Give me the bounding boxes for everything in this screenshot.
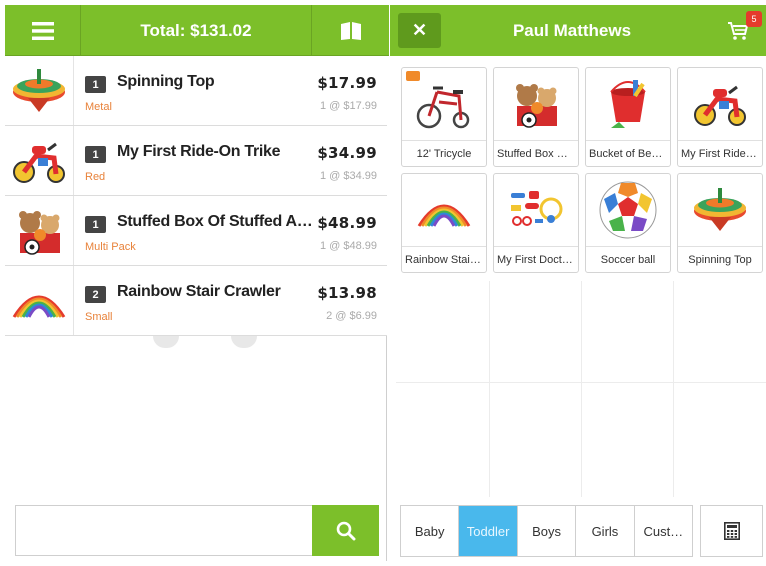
item-unit-price: 1 @ $48.99 xyxy=(319,240,377,252)
product-label: Soccer ball xyxy=(586,246,670,272)
cart-item[interactable]: 1 Stuffed Box Of Stuffed Animals Multi P… xyxy=(5,196,387,266)
item-price: $17.99 xyxy=(317,74,377,92)
item-price: $48.99 xyxy=(317,214,377,232)
product-label: Spinning Top xyxy=(678,246,762,272)
item-variant: Red xyxy=(85,171,106,183)
item-name: Rainbow Stair Crawler xyxy=(117,283,281,300)
doctor-kit-icon xyxy=(494,174,578,246)
item-unit-price: 2 @ $6.99 xyxy=(326,310,377,322)
product-pane: ✕ Paul Matthews 5 12' Tricycle Stuffed B… xyxy=(390,5,766,561)
slinky-icon xyxy=(5,266,74,335)
soccer-ball-icon xyxy=(586,174,670,246)
item-price: $13.98 xyxy=(317,284,377,302)
menu-button[interactable] xyxy=(5,5,81,56)
cart-header: Total: $131.02 xyxy=(5,5,389,56)
product-label: My First Ride-On Trike xyxy=(678,140,762,166)
stuffed-animals-icon xyxy=(494,68,578,140)
item-variant: Small xyxy=(85,311,113,323)
spinning-top-icon xyxy=(5,56,74,125)
catalog-button[interactable] xyxy=(311,5,389,56)
book-icon xyxy=(340,21,361,40)
search-bar xyxy=(15,505,379,556)
product-tile[interactable]: 12' Tricycle xyxy=(401,67,487,167)
category-tab[interactable]: Baby xyxy=(401,506,460,556)
spinning-top-icon xyxy=(678,174,762,246)
product-tile[interactable]: Stuffed Box Of Stuffed Animals xyxy=(493,67,579,167)
item-name: Spinning Top xyxy=(117,73,215,90)
item-quantity: 1 xyxy=(85,146,106,163)
product-tile[interactable]: Soccer ball xyxy=(585,173,671,273)
cart-item[interactable]: 1 My First Ride-On Trike Red $34.99 1 @ … xyxy=(5,126,387,196)
trike-icon xyxy=(5,126,74,195)
category-tab[interactable]: Boys xyxy=(517,506,577,556)
cart-item[interactable]: 1 Spinning Top Metal $17.99 1 @ $17.99 xyxy=(5,56,387,126)
category-tab[interactable]: Girls xyxy=(576,506,635,556)
tricycle-icon xyxy=(402,68,486,140)
close-icon: ✕ xyxy=(411,20,428,40)
category-tab[interactable]: Cust… xyxy=(634,506,693,556)
empty-grid xyxy=(396,281,766,497)
item-variant: Multi Pack xyxy=(85,241,136,253)
item-unit-price: 1 @ $34.99 xyxy=(319,170,377,182)
search-input[interactable] xyxy=(15,505,312,556)
item-unit-price: 1 @ $17.99 xyxy=(319,100,377,112)
search-icon xyxy=(336,521,355,540)
cart-total: Total: $131.02 xyxy=(140,20,252,40)
product-tile[interactable]: My First Ride-On Trike xyxy=(677,67,763,167)
cart-count-badge: 5 xyxy=(746,11,762,27)
trike-icon xyxy=(678,68,762,140)
item-quantity: 2 xyxy=(85,286,106,303)
item-name: My First Ride-On Trike xyxy=(117,143,281,160)
product-label: Bucket of Beach Toys xyxy=(586,140,670,166)
scroll-indicator xyxy=(231,336,257,348)
cart-pane: Total: $131.02 1 Spinning Top Metal $17.… xyxy=(5,5,389,561)
category-tab[interactable]: Toddler xyxy=(459,506,518,556)
product-tile[interactable]: Spinning Top xyxy=(677,173,763,273)
item-price: $34.99 xyxy=(317,144,377,162)
bucket-icon xyxy=(586,68,670,140)
stuffed-animals-icon xyxy=(5,196,74,265)
product-label: My First Doctor Kit xyxy=(494,246,578,272)
product-tile[interactable]: Bucket of Beach Toys xyxy=(585,67,671,167)
product-tile[interactable]: Rainbow Stair Crawler xyxy=(401,173,487,273)
customer-name: Paul Matthews xyxy=(512,20,632,40)
product-label: Rainbow Stair Crawler xyxy=(402,246,486,272)
search-button[interactable] xyxy=(312,505,379,556)
item-quantity: 1 xyxy=(85,76,106,93)
product-label: 12' Tricycle xyxy=(402,140,486,166)
slinky-icon xyxy=(402,174,486,246)
product-label: Stuffed Box Of Stuffed Animals xyxy=(494,140,578,166)
product-tile[interactable]: My First Doctor Kit xyxy=(493,173,579,273)
item-name: Stuffed Box Of Stuffed Animals xyxy=(117,213,317,230)
category-tabs: Baby Toddler Boys Girls Cust… xyxy=(400,505,693,557)
item-variant: Metal xyxy=(85,101,112,113)
close-customer-button[interactable]: ✕ xyxy=(398,13,441,48)
calculator-icon xyxy=(723,522,740,540)
cart-item[interactable]: 2 Rainbow Stair Crawler Small $13.98 2 @… xyxy=(5,266,387,336)
calculator-button[interactable] xyxy=(700,505,763,557)
scroll-indicator xyxy=(153,336,179,348)
item-quantity: 1 xyxy=(85,216,106,233)
customer-header: ✕ Paul Matthews 5 xyxy=(390,5,766,56)
hamburger-icon xyxy=(31,21,54,40)
pos-app: Total: $131.02 1 Spinning Top Metal $17.… xyxy=(0,0,766,566)
